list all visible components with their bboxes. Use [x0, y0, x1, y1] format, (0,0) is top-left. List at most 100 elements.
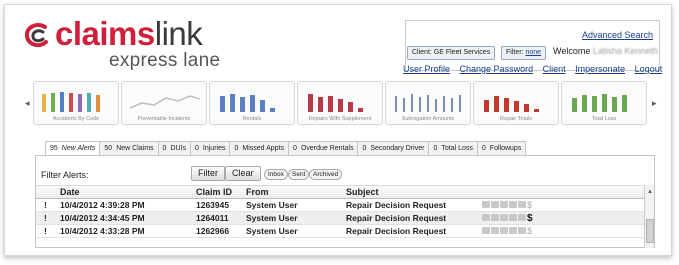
- kpi-chart-repair-totals: [484, 96, 539, 112]
- table-row[interactable]: ! 10/4/2012 4:33:28 PM 1262966 System Us…: [36, 225, 653, 238]
- claimslink-window: claimslink express lane Advanced Search …: [4, 4, 672, 256]
- kpi-chart-preventable-incidents: [129, 95, 201, 109]
- print-icon[interactable]: [482, 201, 490, 208]
- welcome-text: Welcome Latisha Kenneth: [553, 46, 658, 56]
- priority-flag-icon: !: [44, 200, 47, 210]
- kpi-card-subrogation-amounts[interactable]: Subrogation Amounts: [385, 81, 471, 125]
- tab-duis[interactable]: 0 DUIs: [157, 141, 191, 155]
- kpi-card-repairs-with-supplement[interactable]: Repairs With Supplement: [297, 81, 383, 125]
- folder-icon[interactable]: [491, 201, 499, 208]
- filter-pill-label: Filter:: [506, 49, 526, 56]
- row-from: System User: [246, 226, 298, 236]
- column-header-claim-id[interactable]: Claim ID: [196, 187, 232, 197]
- inbox-chip[interactable]: Inbox: [264, 169, 288, 180]
- kpi-next-arrow[interactable]: ▸: [652, 98, 657, 109]
- kpi-label: Repairs With Supplement: [308, 116, 372, 122]
- filter-button[interactable]: Filter: [191, 166, 225, 181]
- row-claim-id[interactable]: 1263945: [196, 200, 229, 210]
- dollar-icon[interactable]: $: [527, 214, 535, 224]
- tab-label: New Alerts: [61, 145, 96, 152]
- kpi-chart-total-loss: [572, 94, 627, 112]
- tab-followups[interactable]: 0 Followups: [476, 141, 527, 155]
- filter-pill[interactable]: Filter: none: [501, 46, 547, 60]
- tab-count: 0: [234, 145, 239, 152]
- folder-icon[interactable]: [491, 214, 499, 221]
- tab-injuries[interactable]: 0 Injuries: [190, 141, 231, 155]
- logo-swirl-icon: [24, 23, 48, 48]
- row-claim-id[interactable]: 1264011: [196, 213, 229, 223]
- clear-button[interactable]: Clear: [225, 166, 261, 181]
- dollar-icon[interactable]: $: [527, 201, 535, 210]
- dollar-icon[interactable]: $: [527, 227, 535, 236]
- row-subject[interactable]: Repair Decision Request: [346, 226, 446, 236]
- kpi-chart-subrogation-amounts: [395, 94, 461, 112]
- row-subject[interactable]: Repair Decision Request: [346, 200, 446, 210]
- kpi-label: Repair Totals: [500, 116, 532, 122]
- column-header-subject[interactable]: Subject: [346, 187, 379, 197]
- filter-alerts-label: Filter Alerts:: [41, 170, 89, 180]
- forward-icon[interactable]: [509, 214, 517, 221]
- archive-icon[interactable]: [500, 214, 508, 221]
- table-row[interactable]: ! 10/4/2012 4:39:28 PM 1263945 System Us…: [36, 199, 653, 212]
- tab-label: Overdue Rentals: [300, 145, 354, 152]
- welcome-label: Welcome: [553, 46, 591, 56]
- kpi-chart-rentals: [220, 94, 275, 112]
- nav-change-password[interactable]: Change Password: [460, 64, 534, 74]
- logo-tagline: express lane: [109, 50, 221, 71]
- document-icon[interactable]: [518, 201, 526, 208]
- tab-count: 0: [162, 145, 167, 152]
- kpi-prev-arrow[interactable]: ◂: [25, 98, 30, 109]
- print-icon[interactable]: [482, 214, 490, 221]
- nav-impersonate[interactable]: Impersonate: [575, 64, 625, 74]
- nav-client[interactable]: Client: [543, 64, 566, 74]
- tab-count: 50: [104, 145, 113, 152]
- kpi-label: Rentals: [242, 116, 262, 122]
- archived-chip[interactable]: Archived: [309, 169, 343, 180]
- kpi-card-total-loss[interactable]: Total Loss: [561, 81, 647, 125]
- table-row[interactable]: ! 10/4/2012 4:34:45 PM 1264011 System Us…: [36, 212, 653, 225]
- folder-icon[interactable]: [491, 227, 499, 234]
- logo-wordmark: claimslink: [55, 15, 203, 53]
- table-header: Date Claim ID From Subject: [36, 185, 653, 199]
- tab-label: Missed Appts: [242, 145, 285, 152]
- column-header-from[interactable]: From: [246, 187, 269, 197]
- tab-secondary-driver[interactable]: 0 Secondary Driver: [357, 141, 430, 155]
- document-icon[interactable]: [518, 214, 526, 221]
- logo-word-claims: claims: [55, 15, 155, 52]
- row-subject[interactable]: Repair Decision Request: [346, 213, 446, 223]
- scroll-thumb[interactable]: [646, 219, 654, 243]
- archive-icon[interactable]: [500, 201, 508, 208]
- filter-none-link[interactable]: none: [525, 49, 541, 56]
- tab-new-claims[interactable]: 50 New Claims: [99, 141, 159, 155]
- forward-icon[interactable]: [509, 201, 517, 208]
- kpi-card-accidents-by-code[interactable]: Accidents By Code: [33, 81, 119, 125]
- print-icon[interactable]: [482, 227, 490, 234]
- advanced-search-link[interactable]: Advanced Search: [582, 30, 653, 40]
- sent-chip[interactable]: Sent: [288, 169, 310, 180]
- column-header-date[interactable]: Date: [60, 187, 80, 197]
- tab-missed-appts[interactable]: 0 Missed Appts: [229, 141, 290, 155]
- row-date: 10/4/2012 4:39:28 PM: [60, 200, 145, 210]
- row-claim-id[interactable]: 1262966: [196, 226, 229, 236]
- nav-logout[interactable]: Logout: [635, 64, 663, 74]
- kpi-card-preventable-incidents[interactable]: Preventable Incidents: [121, 81, 207, 125]
- tab-count: 0: [293, 145, 297, 152]
- scroll-up-icon[interactable]: ▲: [647, 189, 653, 195]
- priority-flag-icon: !: [44, 213, 47, 223]
- kpi-card-repair-totals[interactable]: Repair Totals: [473, 81, 559, 125]
- document-icon[interactable]: [518, 227, 526, 234]
- tab-total-loss[interactable]: 0 Total Loss: [428, 141, 478, 155]
- tab-count: 0: [362, 145, 367, 152]
- nav-user-profile[interactable]: User Profile: [403, 64, 450, 74]
- forward-icon[interactable]: [509, 227, 517, 234]
- archive-icon[interactable]: [500, 227, 508, 234]
- kpi-card-rentals[interactable]: Rentals: [209, 81, 295, 125]
- alerts-scrollbar[interactable]: ▲: [644, 185, 654, 248]
- tab-count: 0: [433, 145, 438, 152]
- client-pill[interactable]: Client: GE Fleet Services: [407, 46, 496, 60]
- header-status-row: Client: GE Fleet Services Filter: none W…: [407, 46, 667, 60]
- tab-new-alerts[interactable]: 95 New Alerts: [45, 141, 101, 155]
- tab-overdue-rentals[interactable]: 0 Overdue Rentals: [288, 141, 359, 155]
- tab-label: New Claims: [116, 145, 154, 152]
- alerts-table: Date Claim ID From Subject ! 10/4/2012 4…: [36, 185, 653, 238]
